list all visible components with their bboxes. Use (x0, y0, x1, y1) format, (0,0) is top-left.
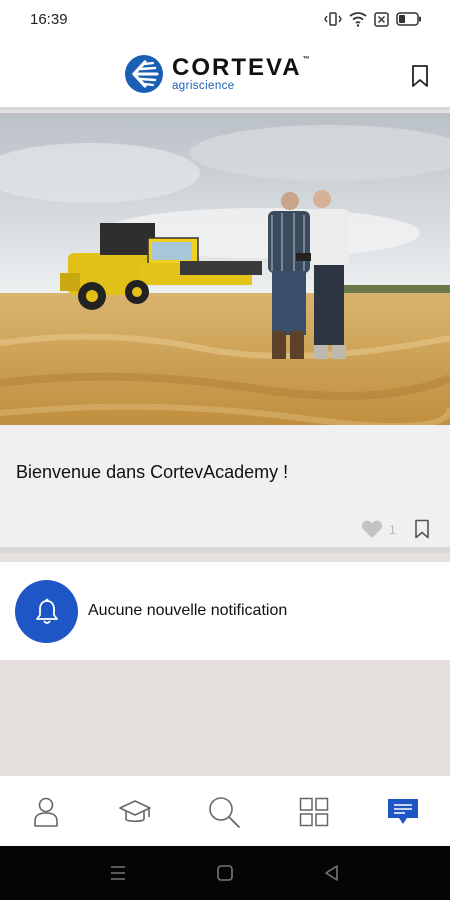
welcome-card[interactable]: Bienvenue dans CortevAcademy ! 1 (0, 425, 450, 553)
welcome-title: Bienvenue dans CortevAcademy ! (16, 462, 289, 482)
nav-courses[interactable] (115, 792, 155, 832)
nav-search[interactable] (204, 792, 244, 832)
notification-card[interactable]: Aucune nouvelle notification (0, 562, 450, 660)
bookmark-icon[interactable] (410, 64, 430, 88)
bookmark-icon[interactable] (414, 519, 430, 539)
corteva-logo: CORTEVA™ agriscience (124, 54, 312, 94)
brand-subtitle: agriscience (172, 79, 235, 92)
app-header: CORTEVA™ agriscience (0, 40, 450, 110)
status-time: 16:39 (30, 11, 68, 28)
profile-icon (34, 797, 58, 827)
back-icon[interactable] (322, 863, 342, 883)
status-bar: 16:39 (0, 0, 450, 40)
hero-image[interactable] (0, 113, 450, 425)
graduation-cap-icon (119, 800, 151, 823)
wifi-icon (349, 11, 367, 32)
bell-icon (35, 598, 58, 624)
messages-icon (388, 799, 418, 824)
nav-profile[interactable] (26, 792, 66, 832)
notification-badge (15, 580, 78, 643)
brand-name: CORTEVA™ (172, 53, 312, 81)
status-icons (324, 11, 422, 32)
heart-icon[interactable] (361, 519, 383, 539)
notification-text: Aucune nouvelle notification (88, 602, 288, 619)
like-count: 1 (388, 521, 396, 537)
bottom-nav (0, 775, 450, 846)
search-icon (209, 797, 240, 828)
vibrate-icon (324, 11, 342, 32)
menu-icon[interactable] (108, 863, 128, 883)
corteva-mark-icon (125, 55, 163, 93)
card-actions: 1 (361, 519, 430, 539)
system-nav-bar (0, 846, 450, 900)
battery-icon (396, 12, 422, 31)
sim-off-icon (374, 11, 389, 32)
nav-messages[interactable] (383, 792, 423, 832)
home-icon[interactable] (215, 863, 235, 883)
field-photo (0, 113, 450, 425)
nav-catalog[interactable] (294, 792, 334, 832)
grid-icon (299, 797, 329, 827)
